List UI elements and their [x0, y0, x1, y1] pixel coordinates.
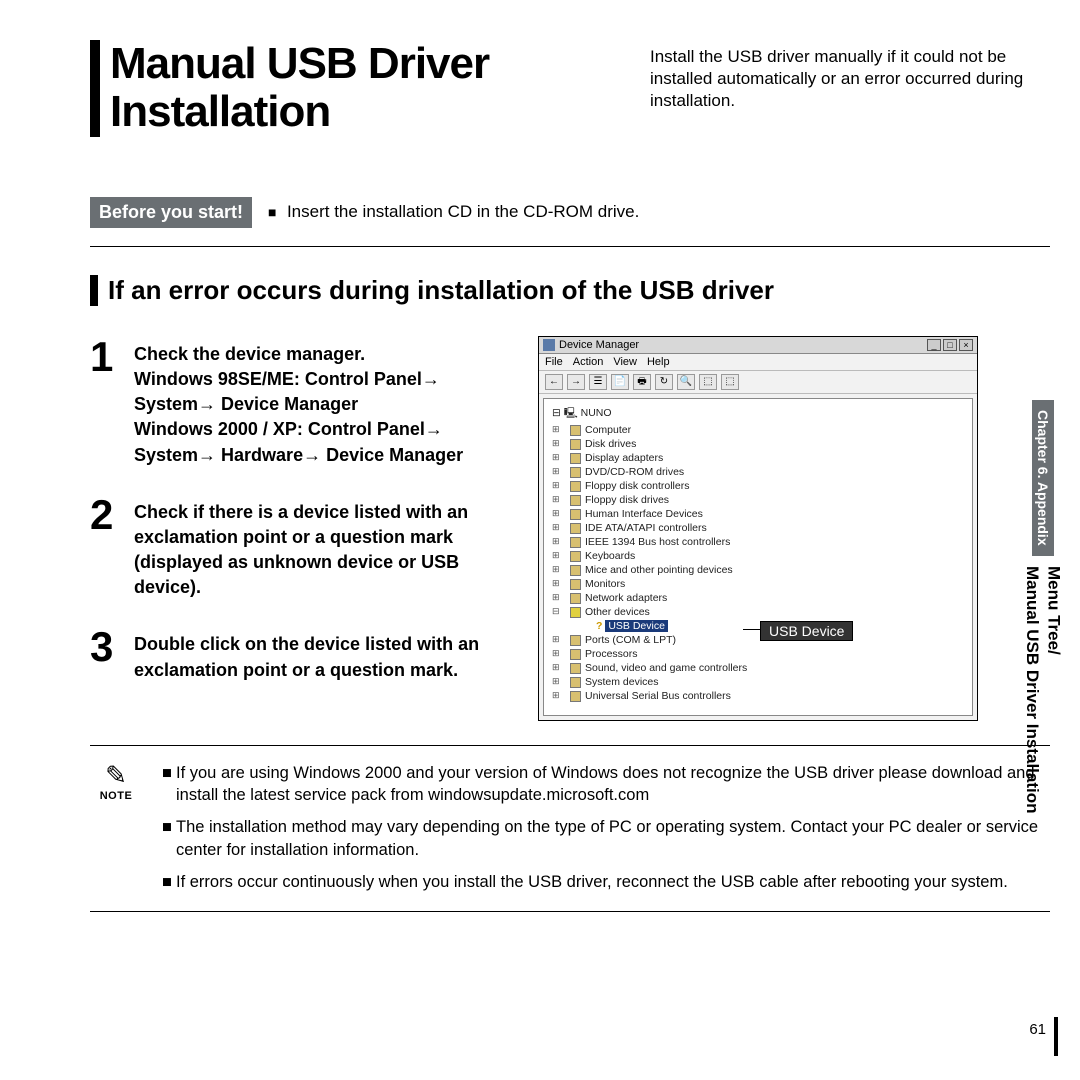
tree-item[interactable]: Display adapters — [550, 451, 966, 465]
window-title-text: Device Manager — [559, 339, 639, 351]
tree-item[interactable]: Floppy disk drives — [550, 493, 966, 507]
tree-item[interactable]: Disk drives — [550, 437, 966, 451]
tree-item-usb-device[interactable]: ? USB Device USB Device — [550, 619, 966, 633]
step-1: 1 Check the device manager. Windows 98SE… — [90, 336, 520, 468]
note-label: NOTE — [90, 790, 142, 802]
tree-item[interactable]: Computer — [550, 423, 966, 437]
tool-icon[interactable]: ☰ — [589, 374, 607, 390]
step-text: Check if there is a device listed with a… — [134, 494, 520, 601]
menu-file[interactable]: File — [545, 356, 563, 368]
tree-item[interactable]: Human Interface Devices — [550, 507, 966, 521]
minimize-button[interactable]: _ — [927, 339, 941, 351]
refresh-icon[interactable]: ↻ — [655, 374, 673, 390]
steps-column: 1 Check the device manager. Windows 98SE… — [90, 336, 520, 709]
selected-device[interactable]: USB Device — [605, 620, 668, 632]
before-item: ■ Insert the installation CD in the CD-R… — [268, 202, 639, 222]
tree-item[interactable]: Processors — [550, 647, 966, 661]
note-box: ✎ NOTE ■If you are using Windows 2000 an… — [90, 745, 1050, 912]
note-item: ■The installation method may vary depend… — [162, 816, 1050, 861]
step-text: Double click on the device listed with a… — [134, 626, 520, 682]
tree-item[interactable]: IDE ATA/ATAPI controllers — [550, 521, 966, 535]
before-badge: Before you start! — [90, 197, 252, 228]
note-left: ✎ NOTE — [90, 762, 142, 893]
tree-item-other-devices[interactable]: Other devices — [550, 605, 966, 619]
tree-item[interactable]: System devices — [550, 675, 966, 689]
tree-item[interactable]: IEEE 1394 Bus host controllers — [550, 535, 966, 549]
tree-item[interactable]: Ports (COM & LPT) — [550, 633, 966, 647]
tree-item[interactable]: Network adapters — [550, 591, 966, 605]
system-icon — [543, 339, 555, 351]
page-title: Manual USB Driver Installation — [110, 40, 638, 137]
note-item: ■If you are using Windows 2000 and your … — [162, 762, 1050, 807]
page-subtitle: Install the USB driver manually if it co… — [650, 40, 1050, 112]
note-list: ■If you are using Windows 2000 and your … — [162, 762, 1050, 893]
tree-item[interactable]: Mice and other pointing devices — [550, 563, 966, 577]
side-tab: Chapter 6. Appendix Menu Tree/ Manual US… — [1026, 400, 1060, 1000]
menu-action[interactable]: Action — [573, 356, 604, 368]
device-manager-window: Device Manager _ □ × File Action View He… — [538, 336, 978, 721]
before-text: Insert the installation CD in the CD-ROM… — [287, 202, 639, 221]
step-number: 2 — [90, 494, 134, 536]
tree-item[interactable]: Keyboards — [550, 549, 966, 563]
menu-bar: File Action View Help — [539, 354, 977, 371]
back-button[interactable]: ← — [545, 374, 563, 390]
step-number: 1 — [90, 336, 134, 378]
tree-item[interactable]: Universal Serial Bus controllers — [550, 689, 966, 703]
step-2: 2 Check if there is a device listed with… — [90, 494, 520, 601]
note-item: ■If errors occur continuously when you i… — [162, 871, 1050, 893]
window-buttons: _ □ × — [927, 339, 973, 351]
tree-item[interactable]: Floppy disk controllers — [550, 479, 966, 493]
properties-icon[interactable]: 📄 — [611, 374, 629, 390]
forward-button[interactable]: → — [567, 374, 585, 390]
section-heading: If an error occurs during installation o… — [90, 275, 1050, 306]
tool-icon[interactable]: ⬚ — [699, 374, 717, 390]
page-number: 61 — [1029, 1017, 1058, 1056]
scan-icon[interactable]: 🔍 — [677, 374, 695, 390]
tree-root[interactable]: ⊟ 🖳 NUNO — [550, 405, 966, 423]
section-tab: Menu Tree/ Manual USB Driver Installatio… — [1022, 556, 1065, 824]
content-row: 1 Check the device manager. Windows 98SE… — [90, 336, 1050, 721]
tool-icon[interactable]: ⬚ — [721, 374, 739, 390]
note-icon: ✎ — [90, 762, 142, 788]
tree-item[interactable]: Sound, video and game controllers — [550, 661, 966, 675]
close-button[interactable]: × — [959, 339, 973, 351]
page-header: Manual USB Driver Installation Install t… — [90, 40, 1050, 137]
step-3: 3 Double click on the device listed with… — [90, 626, 520, 682]
bullet-icon: ■ — [268, 204, 276, 220]
window-titlebar: Device Manager _ □ × — [539, 337, 977, 354]
print-icon[interactable]: 🖶 — [633, 374, 651, 390]
menu-view[interactable]: View — [613, 356, 637, 368]
tree-item[interactable]: Monitors — [550, 577, 966, 591]
menu-help[interactable]: Help — [647, 356, 670, 368]
toolbar: ← → ☰ 📄 🖶 ↻ 🔍 ⬚ ⬚ — [539, 371, 977, 394]
step-number: 3 — [90, 626, 134, 668]
before-you-start-row: Before you start! ■ Insert the installat… — [90, 197, 1050, 247]
maximize-button[interactable]: □ — [943, 339, 957, 351]
device-tree[interactable]: ⊟ 🖳 NUNO Computer Disk drives Display ad… — [543, 398, 973, 716]
step-text: Check the device manager. Windows 98SE/M… — [134, 336, 520, 468]
chapter-tab: Chapter 6. Appendix — [1032, 400, 1054, 556]
tree-item[interactable]: DVD/CD-ROM drives — [550, 465, 966, 479]
